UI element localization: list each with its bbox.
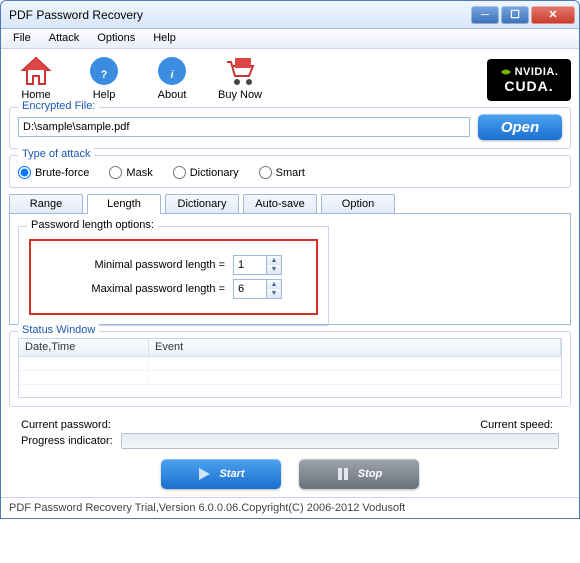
radio-brute-force[interactable]: Brute-force (18, 166, 89, 179)
min-down-icon[interactable]: ▼ (267, 265, 281, 274)
min-length-spinner[interactable]: ▲▼ (233, 255, 282, 275)
status-bar: PDF Password Recovery Trial,Version 6.0.… (1, 497, 579, 518)
help-button[interactable]: ? Help (81, 55, 127, 101)
progress-bar (121, 433, 559, 449)
titlebar[interactable]: PDF Password Recovery ─ ☐ ✕ (1, 1, 579, 29)
start-button[interactable]: Start (161, 459, 281, 489)
min-length-input[interactable] (233, 255, 267, 275)
about-button[interactable]: i About (149, 55, 195, 101)
attack-type-legend: Type of attack (18, 148, 94, 160)
tab-autosave[interactable]: Auto-save (243, 194, 317, 214)
min-up-icon[interactable]: ▲ (267, 256, 281, 265)
radio-mask[interactable]: Mask (109, 166, 152, 179)
max-up-icon[interactable]: ▲ (267, 280, 281, 289)
max-down-icon[interactable]: ▼ (267, 289, 281, 298)
radio-smart[interactable]: Smart (259, 166, 305, 179)
max-length-input[interactable] (233, 279, 267, 299)
cart-icon (222, 55, 258, 87)
radio-dictionary[interactable]: Dictionary (173, 166, 239, 179)
tab-pane-length: Password length options: Minimal passwor… (9, 213, 571, 325)
status-grid[interactable]: Date,Time Event (18, 338, 562, 398)
window-title: PDF Password Recovery (9, 8, 471, 22)
current-speed-label: Current speed: (480, 419, 553, 431)
encrypted-file-group: Encrypted File: Open (9, 107, 571, 149)
menubar: File Attack Options Help (1, 29, 579, 49)
home-button[interactable]: Home (13, 55, 59, 101)
help-icon: ? (86, 55, 122, 87)
menu-attack[interactable]: Attack (41, 29, 88, 48)
table-row (19, 357, 561, 371)
status-window-legend: Status Window (18, 324, 99, 336)
open-button[interactable]: Open (478, 114, 562, 140)
progress-label: Progress indicator: (21, 435, 113, 447)
encrypted-file-legend: Encrypted File: (18, 100, 99, 112)
app-window: PDF Password Recovery ─ ☐ ✕ File Attack … (0, 0, 580, 519)
pause-icon (336, 467, 350, 481)
attack-type-group: Type of attack Brute-force Mask Dictiona… (9, 155, 571, 188)
tab-dictionary[interactable]: Dictionary (165, 194, 239, 214)
length-highlight-box: Minimal password length = ▲▼ Maximal pas… (29, 239, 318, 315)
cuda-badge: NVIDIA. CUDA. (487, 59, 571, 101)
tab-length[interactable]: Length (87, 194, 161, 214)
file-path-input[interactable] (18, 117, 470, 137)
max-length-spinner[interactable]: ▲▼ (233, 279, 282, 299)
buy-button[interactable]: Buy Now (217, 55, 263, 101)
menu-options[interactable]: Options (89, 29, 143, 48)
max-length-label: Maximal password length = (65, 283, 225, 295)
tab-option[interactable]: Option (321, 194, 395, 214)
length-options-legend: Password length options: (27, 219, 158, 231)
minimize-button[interactable]: ─ (471, 6, 499, 24)
col-event[interactable]: Event (149, 339, 561, 356)
min-length-label: Minimal password length = (65, 259, 225, 271)
toolbar: Home ? Help i About Buy Now (9, 53, 571, 107)
status-window-group: Status Window Date,Time Event (9, 331, 571, 407)
menu-file[interactable]: File (5, 29, 39, 48)
about-label: About (158, 89, 187, 101)
close-button[interactable]: ✕ (531, 6, 575, 24)
play-icon (197, 467, 211, 481)
current-password-label: Current password: (21, 419, 111, 431)
svg-text:?: ? (101, 69, 108, 81)
about-icon: i (154, 55, 190, 87)
col-datetime[interactable]: Date,Time (19, 339, 149, 356)
buy-label: Buy Now (218, 89, 262, 101)
table-row (19, 371, 561, 385)
stop-button[interactable]: Stop (299, 459, 419, 489)
menu-help[interactable]: Help (145, 29, 184, 48)
tab-row: Range Length Dictionary Auto-save Option (9, 194, 571, 214)
home-icon (18, 55, 54, 87)
maximize-button[interactable]: ☐ (501, 6, 529, 24)
tab-range[interactable]: Range (9, 194, 83, 214)
